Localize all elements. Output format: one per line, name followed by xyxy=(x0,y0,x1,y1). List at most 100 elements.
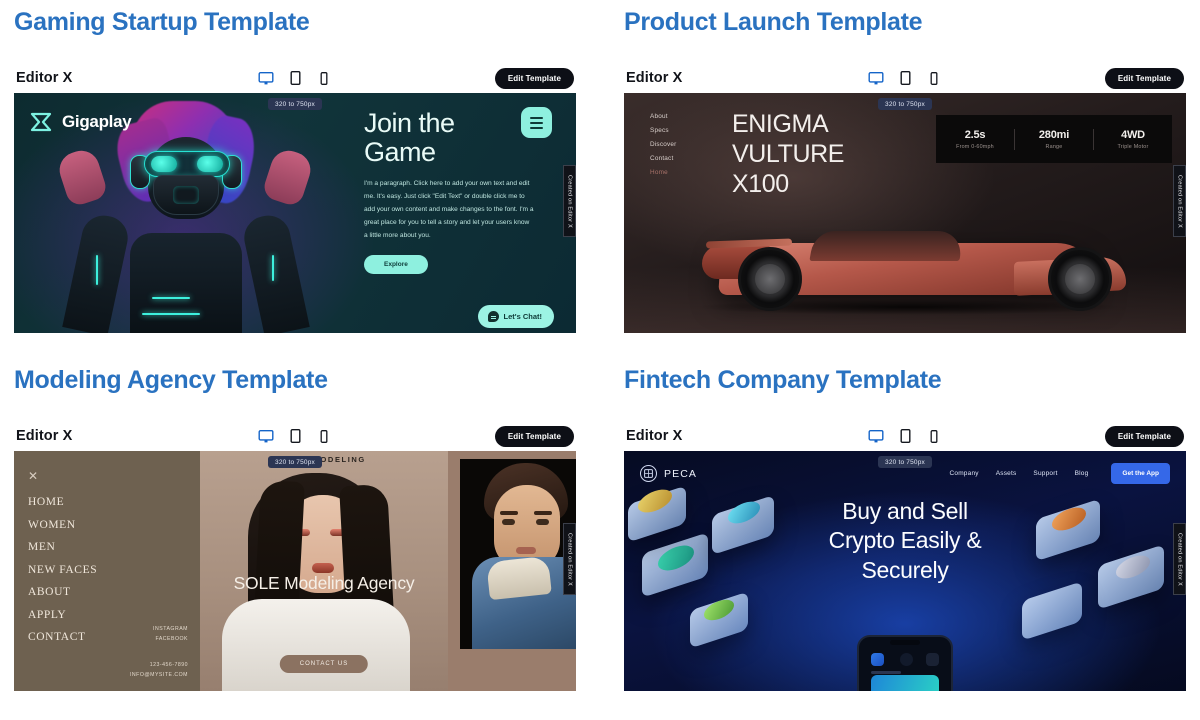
template-card-fintech[interactable]: Fintech Company Template Editor X Edit T… xyxy=(624,368,1200,720)
nav-item-assets[interactable]: Assets xyxy=(996,470,1017,477)
menu-item-home[interactable]: HOME xyxy=(28,496,200,508)
template-title: Fintech Company Template xyxy=(624,366,942,394)
template-card-product-launch[interactable]: Product Launch Template Editor X Edit Te… xyxy=(624,10,1200,368)
template-title: Product Launch Template xyxy=(624,8,923,36)
phone-mockup xyxy=(857,635,953,691)
desktop-icon[interactable] xyxy=(258,425,275,447)
nav-item-company[interactable]: Company xyxy=(949,470,978,477)
hero-heading: SOLE Modeling Agency xyxy=(233,573,415,593)
mobile-icon[interactable] xyxy=(316,67,333,89)
contact-us-button[interactable]: CONTACT US xyxy=(279,655,369,673)
tablet-icon[interactable] xyxy=(287,67,304,89)
social-links[interactable]: INSTAGRAM FACEBOOK xyxy=(153,625,188,645)
spec-stats-panel: 2.5s From 0-60mph 280mi Range 4WD Triple… xyxy=(936,115,1172,163)
template-preview[interactable]: 320 to 750px Created on Editor X ✕ HOME … xyxy=(14,451,576,691)
menu-item-about[interactable]: ABOUT xyxy=(28,586,200,598)
template-preview[interactable]: 320 to 750px Created on Editor X PECA Co… xyxy=(624,451,1186,691)
template-card-gaming[interactable]: Gaming Startup Template Editor X Edit Te… xyxy=(14,10,604,368)
edit-template-button[interactable]: Edit Template xyxy=(494,67,574,89)
menu-item-women[interactable]: WOMEN xyxy=(28,519,200,531)
desktop-icon[interactable] xyxy=(868,67,885,89)
created-on-editorx-tab: Created on Editor X xyxy=(563,165,576,237)
desktop-icon[interactable] xyxy=(258,67,275,89)
nav-item-contact[interactable]: Contact xyxy=(650,155,676,162)
editor-toolbar: Editor X Edit Template xyxy=(624,63,1186,93)
get-the-app-button[interactable]: Get the App xyxy=(1111,463,1170,484)
explore-button[interactable]: Explore xyxy=(364,255,428,275)
site-logo-text: Gigaplay xyxy=(62,112,132,131)
menu-list[interactable]: HOME WOMEN MEN NEW FACES ABOUT APPLY CON… xyxy=(28,496,200,643)
created-on-editorx-label: Created on Editor X xyxy=(566,532,573,586)
stat-label: Range xyxy=(1045,143,1063,150)
menu-item-men[interactable]: MEN xyxy=(28,541,200,553)
created-on-editorx-label: Created on Editor X xyxy=(566,174,573,228)
hero-paragraph: I'm a paragraph. Click here to add your … xyxy=(364,180,534,239)
menu-item-apply[interactable]: APPLY xyxy=(28,609,200,621)
camera-app-icon xyxy=(900,653,913,666)
tablet-icon[interactable] xyxy=(897,425,914,447)
site-logo-text: PECA xyxy=(664,467,697,480)
template-card-modeling-agency[interactable]: Modeling Agency Template Editor X Edit T… xyxy=(14,368,604,720)
breakpoint-badge: 320 to 750px xyxy=(268,98,322,110)
hero-heading-line2: VULTURE xyxy=(732,140,845,168)
lets-chat-button[interactable]: Let's Chat! xyxy=(477,305,554,328)
menu-item-new-faces[interactable]: NEW FACES xyxy=(28,564,200,576)
nav-item-home[interactable]: Home xyxy=(650,169,676,176)
created-on-editorx-tab: Created on Editor X xyxy=(1173,165,1186,237)
editor-toolbar: Editor X Edit Template xyxy=(14,421,576,451)
site-topbar-label: SOLE MODELING xyxy=(282,455,366,464)
hero-heading: Buy and Sell Crypto Easily & Securely xyxy=(624,497,1186,585)
hero-male-model-panel xyxy=(448,451,576,691)
template-preview[interactable]: 320 to 750px Created on Editor X About S… xyxy=(624,93,1186,333)
male-model-illustration xyxy=(460,459,576,649)
stat-value: 2.5s xyxy=(964,128,986,141)
social-link-instagram[interactable]: INSTAGRAM xyxy=(153,625,188,635)
breakpoint-badge: 320 to 750px xyxy=(878,98,932,110)
stat-value: 280mi xyxy=(1038,128,1070,141)
peca-logo-icon[interactable] xyxy=(640,465,657,482)
contact-email[interactable]: INFO@MYSITE.COM xyxy=(130,671,188,681)
template-preview[interactable]: 320 to 750px Created on Editor X Gigapla… xyxy=(14,93,576,333)
mobile-icon[interactable] xyxy=(926,67,943,89)
device-switcher[interactable] xyxy=(258,421,333,451)
site-logo[interactable]: Gigaplay xyxy=(30,111,132,133)
social-link-facebook[interactable]: FACEBOOK xyxy=(153,635,188,645)
hero-heading-line1: ENIGMA xyxy=(732,110,829,138)
site-nav[interactable]: About Specs Discover Contact Home xyxy=(650,113,676,176)
hero-heading-line3: X100 xyxy=(732,170,789,198)
editor-toolbar: Editor X Edit Template xyxy=(14,63,576,93)
editor-toolbar: Editor X Edit Template xyxy=(624,421,1186,451)
edit-template-button[interactable]: Edit Template xyxy=(494,425,574,447)
contact-details: 123-456-7890 INFO@MYSITE.COM xyxy=(130,661,188,681)
editor-brand: Editor X xyxy=(16,70,73,86)
hero-heading-line2: Crypto Easily & xyxy=(828,527,982,554)
close-icon[interactable]: ✕ xyxy=(28,469,200,484)
nav-item-support[interactable]: Support xyxy=(1033,470,1057,477)
edit-template-button[interactable]: Edit Template xyxy=(1104,67,1184,89)
created-on-editorx-tab: Created on Editor X xyxy=(563,523,576,595)
breakpoint-badge: 320 to 750px xyxy=(878,456,932,468)
edit-template-button[interactable]: Edit Template xyxy=(1104,425,1184,447)
nav-item-about[interactable]: About xyxy=(650,113,676,120)
tablet-icon[interactable] xyxy=(287,425,304,447)
lets-chat-label: Let's Chat! xyxy=(503,312,542,321)
desktop-icon[interactable] xyxy=(868,425,885,447)
editor-frame: Editor X Edit Template 320 to 750px Crea… xyxy=(14,63,576,333)
device-switcher[interactable] xyxy=(868,63,943,93)
nav-item-blog[interactable]: Blog xyxy=(1075,470,1089,477)
created-on-editorx-label: Created on Editor X xyxy=(1176,174,1183,228)
editor-frame: Editor X Edit Template 320 to 750px Crea… xyxy=(624,421,1186,691)
device-switcher[interactable] xyxy=(258,63,333,93)
contact-phone[interactable]: 123-456-7890 xyxy=(130,661,188,671)
stat-range: 280mi Range xyxy=(1015,128,1094,150)
stat-label: From 0-60mph xyxy=(956,143,994,150)
nav-item-specs[interactable]: Specs xyxy=(650,127,676,134)
mobile-icon[interactable] xyxy=(316,425,333,447)
tablet-icon[interactable] xyxy=(897,67,914,89)
hamburger-menu-button[interactable] xyxy=(521,107,552,138)
site-side-menu[interactable]: ✕ HOME WOMEN MEN NEW FACES ABOUT APPLY C… xyxy=(14,451,200,691)
site-nav[interactable]: Company Assets Support Blog Get the App xyxy=(949,463,1170,484)
device-switcher[interactable] xyxy=(868,421,943,451)
mobile-icon[interactable] xyxy=(926,425,943,447)
nav-item-discover[interactable]: Discover xyxy=(650,141,676,148)
